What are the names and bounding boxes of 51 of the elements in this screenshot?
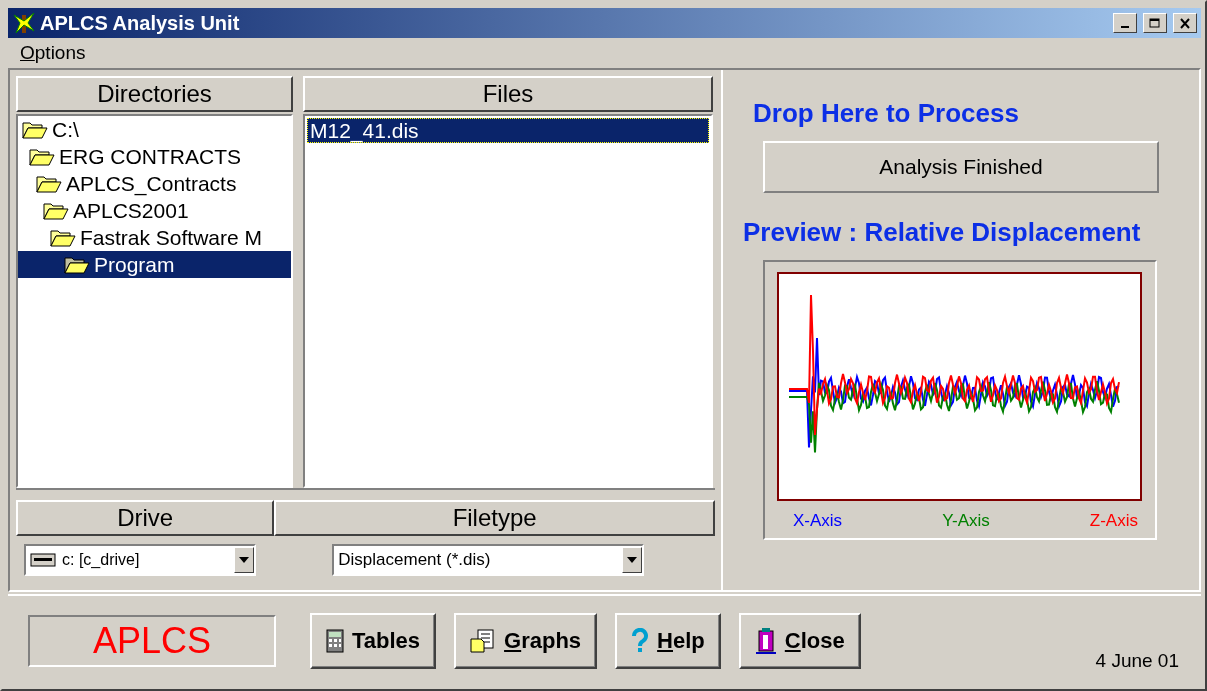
directory-list[interactable]: C:\ ERG CONTRACTS APLCS_Contracts APLCS2001 Fastrak Software M Program (16, 114, 293, 488)
preview-title: Preview : Relative Displacement (743, 217, 1142, 248)
caret-icon (627, 557, 638, 563)
app-logo: APLCS (28, 615, 276, 667)
column-header: Drive (16, 500, 275, 536)
dropdown-button[interactable] (622, 547, 643, 573)
minimize-icon (1121, 26, 1129, 28)
help-icon (631, 628, 650, 654)
drop-target-label: Drop Here to Process (753, 98, 1020, 129)
directory-item[interactable]: C:\ (18, 116, 291, 143)
drive-icon (30, 552, 56, 568)
filetype-dropdown[interactable]: Displacement (*.dis) (332, 544, 645, 576)
date-label: 4 June 01 (1095, 650, 1179, 672)
folder-icon (50, 227, 76, 248)
maximize-icon (1149, 17, 1161, 29)
action-button[interactable]: Tables (310, 613, 437, 669)
app-icon (12, 11, 36, 35)
directory-item[interactable]: Fastrak Software M (18, 224, 291, 251)
door-icon (754, 627, 777, 655)
caret-icon (239, 557, 249, 563)
status-panel: Analysis Finished (763, 141, 1159, 193)
legend-label: Z-Axis (1089, 511, 1138, 531)
legend-label: X-Axis (793, 511, 843, 531)
legend-label: Y-Axis (942, 511, 990, 531)
column-header: Files (303, 76, 713, 112)
minimize-button[interactable] (1113, 13, 1137, 33)
directory-item[interactable]: APLCS_Contracts (18, 170, 291, 197)
directory-item[interactable]: APLCS2001 (18, 197, 291, 224)
action-button[interactable]: Help (615, 613, 721, 669)
dropdown-button[interactable] (234, 547, 254, 573)
column-header: Directories (16, 76, 293, 112)
directory-item[interactable]: ERG CONTRACTS (18, 143, 291, 170)
folder-icon (29, 146, 55, 167)
action-button[interactable]: Close (738, 613, 861, 669)
file-item[interactable]: M12_41.dis (307, 118, 709, 143)
documents-icon (470, 629, 497, 653)
menu-item[interactable]: Options (16, 42, 90, 64)
folder-icon (64, 254, 90, 275)
folder-icon (22, 119, 48, 140)
drive-dropdown[interactable]: c: [c_drive] (24, 544, 256, 576)
column-header: Filetype (274, 500, 715, 536)
folder-icon (43, 200, 69, 221)
directory-item[interactable]: Program (18, 251, 291, 278)
action-button[interactable]: Graphs (454, 613, 598, 669)
close-icon (1179, 17, 1191, 29)
close-button[interactable] (1173, 13, 1197, 33)
folder-icon (36, 173, 62, 194)
file-list[interactable]: M12_41.dis (303, 114, 713, 488)
maximize-button[interactable] (1143, 13, 1167, 33)
calculator-icon (326, 629, 344, 653)
window-title: APLCS Analysis Unit (40, 11, 241, 35)
